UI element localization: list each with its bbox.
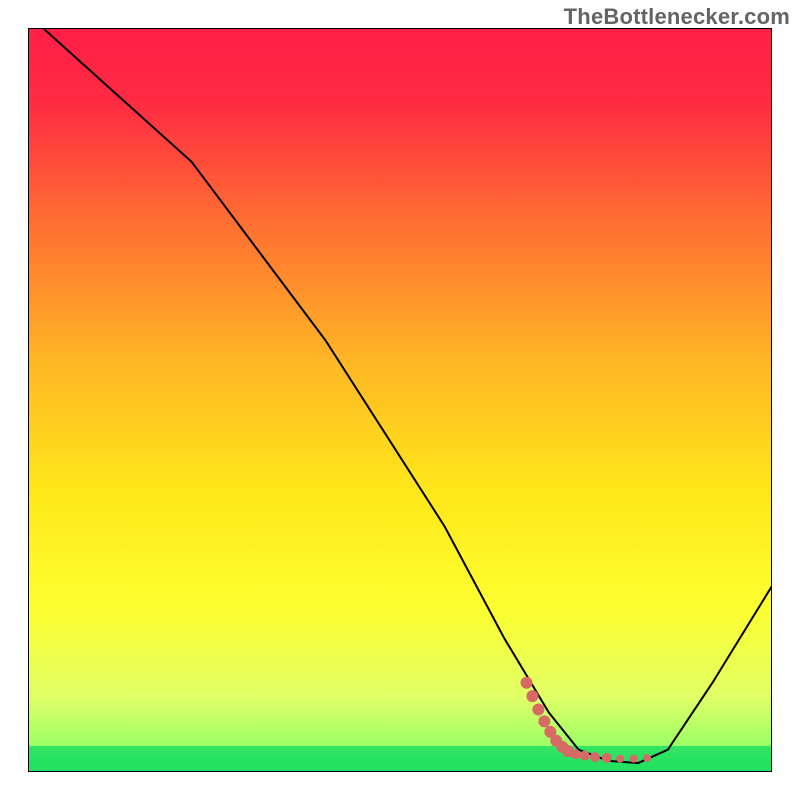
highlight-marker [590, 752, 600, 762]
gradient-background [28, 28, 772, 772]
highlight-marker [532, 704, 544, 716]
highlight-marker [630, 755, 638, 763]
highlight-marker [526, 690, 538, 702]
chart-frame: TheBottlenecker.com [0, 0, 800, 800]
green-band [28, 746, 772, 768]
highlight-marker [538, 715, 550, 727]
plot-area [28, 28, 772, 772]
highlight-marker [580, 751, 590, 761]
highlight-marker [616, 755, 624, 763]
highlight-marker [643, 754, 651, 762]
highlight-marker [520, 677, 532, 689]
highlight-marker [571, 749, 581, 759]
highlight-marker [602, 753, 612, 763]
watermark-text: TheBottlenecker.com [564, 4, 790, 30]
chart-svg [28, 28, 772, 772]
